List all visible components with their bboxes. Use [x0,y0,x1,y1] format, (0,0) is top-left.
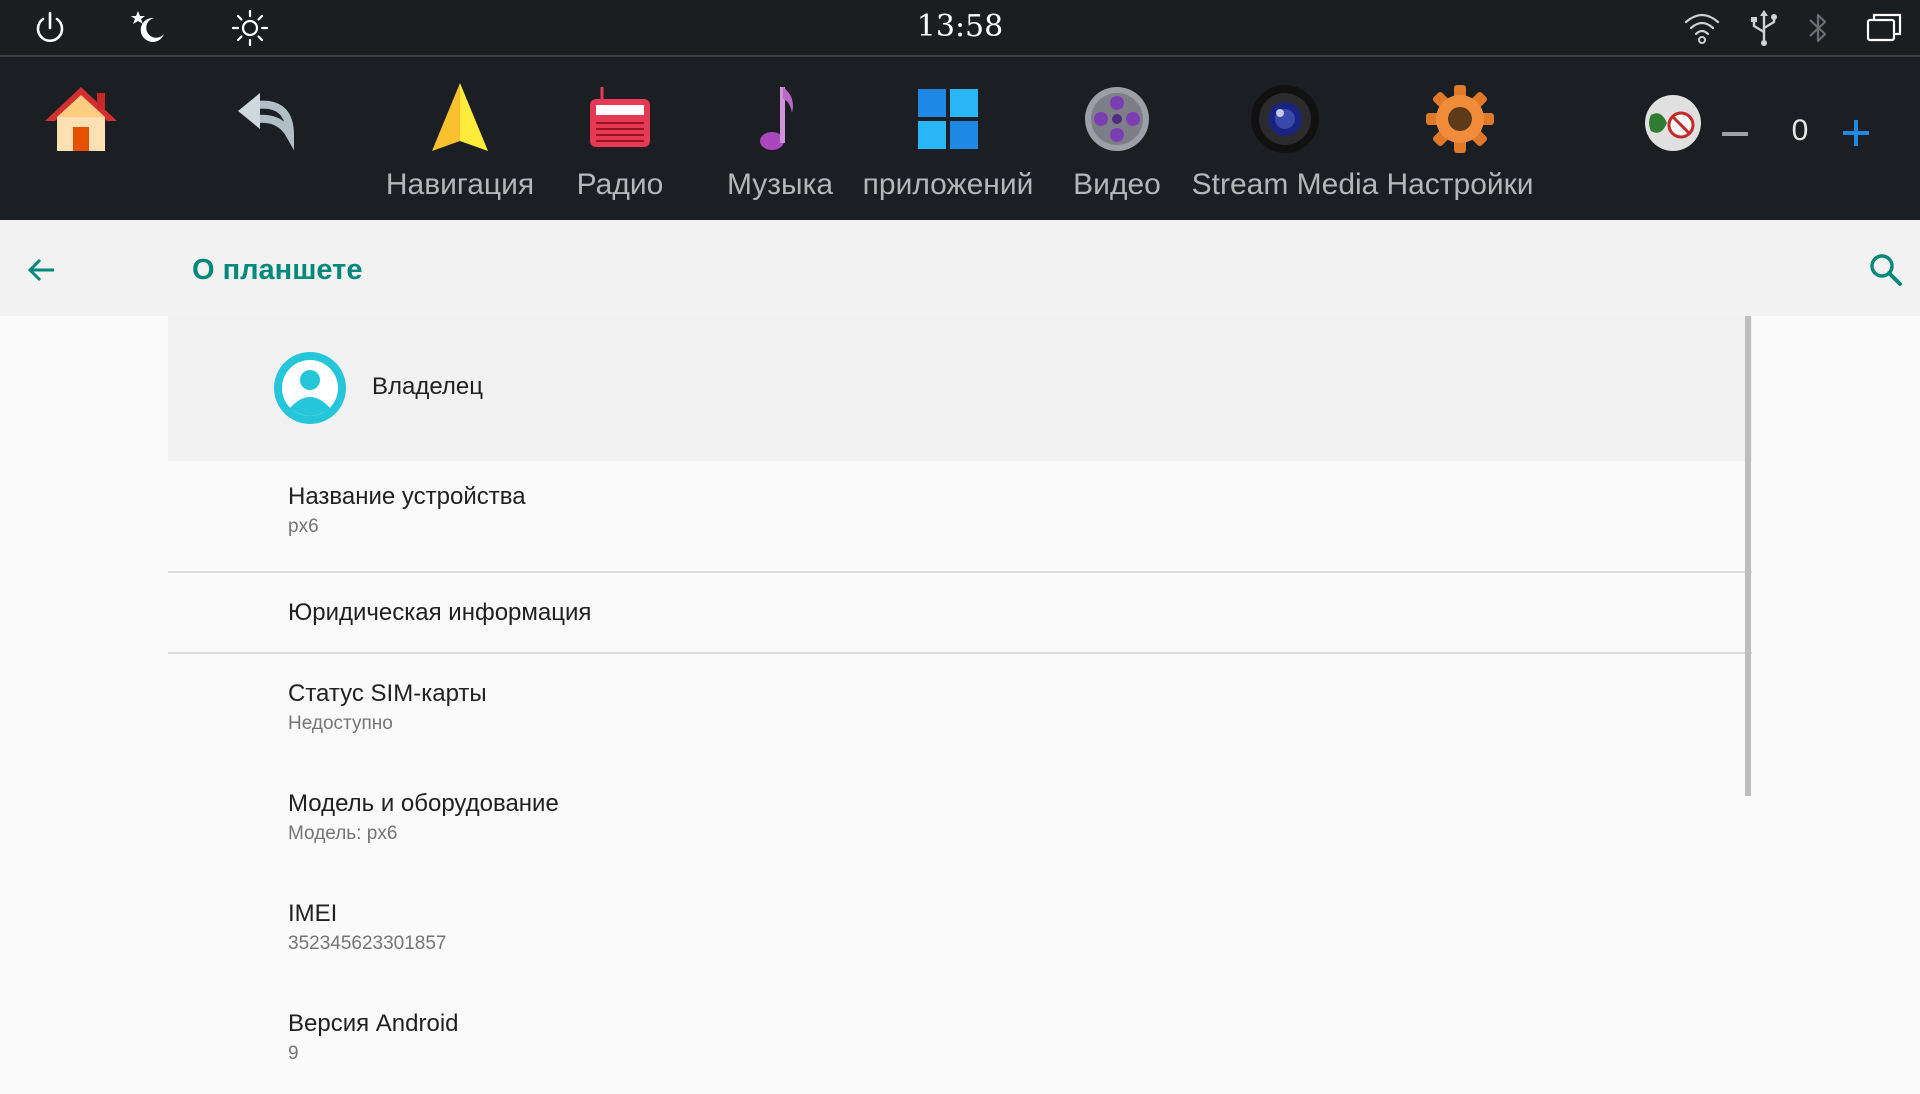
launcher-video[interactable]: Видео [1057,57,1177,220]
camera-lens-icon [1245,79,1325,159]
bluetooth-icon [1798,8,1838,48]
film-reel-icon [1077,79,1157,159]
volume-minus-button[interactable] [1718,117,1752,151]
apps-grid-icon [908,79,988,159]
launcher-back[interactable] [218,57,318,220]
recent-apps-icon[interactable] [1864,8,1904,48]
volume-plus-button[interactable] [1836,113,1876,153]
list-item-sim-status[interactable]: Статус SIM-карты Недоступно [168,654,1752,764]
account-circle-icon [274,352,346,424]
launcher-apps[interactable]: приложений [863,57,1033,220]
brightness-icon[interactable] [230,8,270,48]
radio-icon [580,79,660,159]
volume-value: 0 [1791,114,1809,147]
list-item-model-hardware[interactable]: Модель и оборудование Модель: px6 [168,764,1752,874]
list-item-android-version[interactable]: Версия Android 9 [168,984,1752,1094]
launcher-music[interactable]: Музыка [720,57,840,220]
music-note-icon [740,79,820,159]
speaker-muted-icon[interactable] [1637,87,1709,159]
list-item-subtitle: 9 [288,1043,299,1064]
launcher-radio[interactable]: Радио [560,57,680,220]
list-item-title: Статус SIM-карты [288,680,487,707]
list-item-title: IMEI [288,900,338,927]
launcher-stream-media[interactable]: Stream Media [1192,57,1378,220]
settings-list: Владелец Название устройства px6 Юридиче… [168,316,1752,1094]
list-item-legal-info[interactable]: Юридическая информация [168,573,1752,654]
wifi-icon [1682,8,1722,48]
scrollbar[interactable] [1745,316,1751,796]
app-bar: О планшете [0,220,1920,316]
usb-icon [1744,8,1784,48]
list-item-title: Модель и оборудование [288,790,559,817]
list-item-title: Юридическая информация [288,599,592,626]
list-item-device-name[interactable]: Название устройства px6 [168,461,1752,573]
list-item-subtitle: Недоступно [288,713,393,734]
navigation-icon [420,79,500,159]
list-item-subtitle: px6 [288,516,319,537]
owner-row[interactable]: Владелец [168,316,1752,461]
list-item-subtitle: Модель: px6 [288,823,398,844]
list-item-imei[interactable]: IMEI 352345623301857 [168,874,1752,984]
launcher-home[interactable] [31,57,131,220]
status-bar: 13:58 [0,0,1920,57]
back-arrow-icon [27,258,54,282]
home-icon [41,79,121,159]
back-button[interactable] [20,248,64,292]
list-item-title: Название устройства [288,483,526,510]
list-item-subtitle: 352345623301857 [288,933,447,954]
search-icon [1870,254,1902,286]
night-mode-icon[interactable] [128,8,168,48]
owner-label: Владелец [372,373,484,400]
launcher-settings[interactable]: Настройки [1385,57,1535,220]
launcher-bar: Навигация Радио Музыка приложений Видео … [0,57,1920,220]
list-item-title: Версия Android [288,1010,459,1037]
clock: 13:58 [916,9,1004,44]
power-icon[interactable] [30,8,70,48]
gear-icon [1420,79,1500,159]
launcher-navigation[interactable]: Навигация [385,57,535,220]
page-title: О планшете [192,254,363,286]
back-arrow-icon [228,79,308,159]
search-button[interactable] [1864,248,1908,292]
